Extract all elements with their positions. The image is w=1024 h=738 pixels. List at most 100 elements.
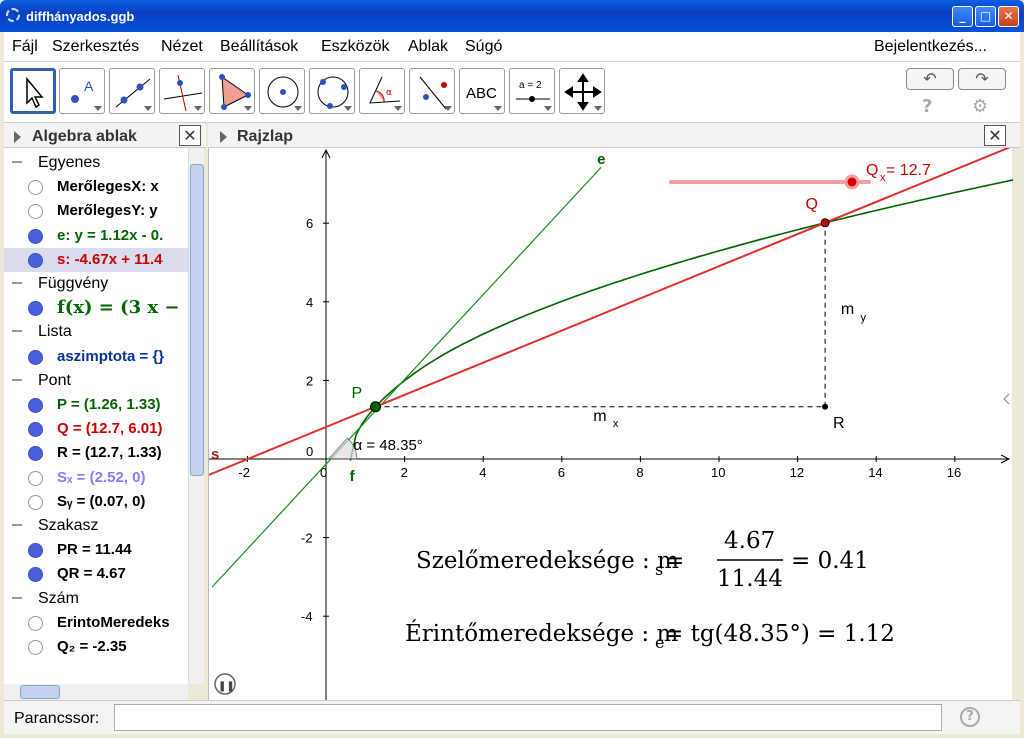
maximize-button[interactable]: □ xyxy=(975,6,996,27)
line-tool-button[interactable] xyxy=(109,68,155,114)
visibility-toggle-icon[interactable] xyxy=(28,180,43,196)
secant-line-s[interactable] xyxy=(207,144,1015,477)
visibility-toggle-icon[interactable] xyxy=(28,494,43,510)
visibility-toggle-icon[interactable] xyxy=(28,228,43,244)
algebra-item[interactable]: aszimptota = {} xyxy=(4,345,188,369)
menu-options[interactable]: Beállítások xyxy=(220,38,298,56)
x-tick-label: 8 xyxy=(636,465,643,480)
help-icon[interactable]: ? xyxy=(922,96,932,117)
graphics-canvas[interactable]: -2 0 2 4 6 8 10 12 14 166420-2-4esfPQRm xm yα = 48.… xyxy=(207,144,1015,700)
algebra-category[interactable]: Szakasz xyxy=(4,514,188,538)
algebra-item[interactable]: ErintoMeredeks xyxy=(4,611,188,635)
login-link[interactable]: Bejelentkezés... xyxy=(874,38,987,56)
settings-icon[interactable]: ⚙ xyxy=(972,96,988,117)
collapse-minus-icon[interactable] xyxy=(12,282,22,284)
title-bar: diffhányados.ggb _ □ ✕ xyxy=(0,0,1024,32)
close-window-button[interactable]: ✕ xyxy=(998,6,1019,27)
collapse-minus-icon[interactable] xyxy=(12,330,22,333)
algebra-item-label: f(x) = (3 x − xyxy=(57,297,180,319)
move-tool-button[interactable] xyxy=(10,68,56,114)
slider-handle[interactable] xyxy=(844,174,860,190)
algebra-item[interactable]: P = (1.26, 1.33) xyxy=(4,393,188,417)
visibility-toggle-icon[interactable] xyxy=(28,470,43,486)
algebra-item[interactable]: e: y = 1.12x - 0. xyxy=(4,224,188,248)
algebra-item[interactable]: Q₂ = -2.35 xyxy=(4,635,188,659)
visibility-toggle-icon[interactable] xyxy=(28,640,43,655)
scroll-thumb[interactable] xyxy=(20,685,60,699)
menu-file[interactable]: Fájl xyxy=(12,38,38,56)
scroll-thumb[interactable] xyxy=(190,164,204,476)
tangent-line-e[interactable] xyxy=(211,166,602,588)
visibility-toggle-icon[interactable] xyxy=(28,204,43,220)
algebra-item[interactable]: Sᵧ = (0.07, 0) xyxy=(4,490,188,514)
algebra-vertical-scrollbar[interactable] xyxy=(188,148,204,684)
command-help-icon[interactable]: ? xyxy=(960,707,980,727)
algebra-item[interactable]: QR = 4.67 xyxy=(4,562,188,586)
collapse-triangle-icon[interactable] xyxy=(220,131,227,143)
visibility-toggle-icon[interactable] xyxy=(28,398,43,413)
visibility-toggle-icon[interactable] xyxy=(28,543,43,559)
algebra-category[interactable]: Pont xyxy=(4,369,188,393)
point-p[interactable] xyxy=(370,401,382,413)
slider-tool-label: a = 2 xyxy=(519,80,542,91)
visibility-toggle-icon[interactable] xyxy=(28,446,43,462)
window-title: diffhányados.ggb xyxy=(26,9,135,24)
perpendicular-tool-button[interactable] xyxy=(159,68,205,114)
menu-edit[interactable]: Szerkesztés xyxy=(52,38,139,56)
visibility-toggle-icon[interactable] xyxy=(28,615,43,631)
command-input[interactable] xyxy=(114,704,942,731)
algebra-item-label: Q₂ = -2.35 xyxy=(57,638,127,655)
menu-bar: Fájl Szerkesztés Nézet Beállítások Eszkö… xyxy=(4,32,1020,62)
algebra-item[interactable]: f(x) = (3 x − xyxy=(4,296,188,320)
close-algebra-button[interactable]: ✕ xyxy=(179,125,201,146)
point-r[interactable] xyxy=(822,403,829,410)
move-graphics-tool-button[interactable] xyxy=(559,68,605,114)
point-tool-button[interactable]: A xyxy=(59,68,105,114)
algebra-item[interactable]: Q = (12.7, 6.01) xyxy=(4,417,188,441)
collapse-minus-icon[interactable] xyxy=(12,378,22,381)
point-q[interactable] xyxy=(820,218,830,228)
algebra-item[interactable]: s: -4.67x + 11.4 xyxy=(4,247,188,272)
undo-button[interactable]: ↶ xyxy=(906,68,954,90)
polygon-tool-button[interactable] xyxy=(209,68,255,114)
expand-arrow-icon[interactable] xyxy=(1003,393,1010,405)
visibility-toggle-icon[interactable] xyxy=(28,567,43,583)
angle-tool-button[interactable]: α xyxy=(359,68,405,114)
minimize-button[interactable]: _ xyxy=(952,6,973,27)
collapse-minus-icon[interactable] xyxy=(12,161,22,163)
label-s: s xyxy=(211,446,219,463)
close-graphics-button[interactable]: ✕ xyxy=(984,125,1006,146)
algebra-item[interactable]: MerőlegesY: y xyxy=(4,199,188,223)
y-tick-label: -4 xyxy=(301,609,313,624)
algebra-category[interactable]: Szám xyxy=(4,587,188,611)
visibility-toggle-icon[interactable] xyxy=(28,422,43,438)
menu-tools[interactable]: Eszközök xyxy=(321,38,389,56)
menu-window[interactable]: Ablak xyxy=(408,38,448,56)
algebra-item[interactable]: Sₓ = (2.52, 0) xyxy=(4,466,188,490)
graphics-view[interactable]: -2 0 2 4 6 8 10 12 14 16 6 4 2 0 -2 -4 e s f P Q Rm x m y α = 48.… xyxy=(207,144,1015,700)
algebra-item[interactable]: PR = 11.44 xyxy=(4,538,188,562)
arrow-cursor-icon xyxy=(26,76,44,109)
text-tool-button[interactable]: ABC xyxy=(459,68,505,114)
algebra-category[interactable]: Egyenes xyxy=(4,151,188,175)
collapse-triangle-icon[interactable] xyxy=(14,131,21,143)
visibility-toggle-icon[interactable] xyxy=(28,349,43,365)
visibility-toggle-icon[interactable] xyxy=(28,252,43,268)
algebra-horizontal-scrollbar[interactable] xyxy=(4,684,188,700)
algebra-item[interactable]: MerőlegesX: x xyxy=(4,175,188,199)
label-alpha: α = 48.35° xyxy=(354,437,423,454)
algebra-category[interactable]: Lista xyxy=(4,320,188,344)
visibility-toggle-icon[interactable] xyxy=(28,301,43,317)
collapse-minus-icon[interactable] xyxy=(12,596,22,599)
redo-button[interactable]: ↷ xyxy=(958,68,1006,90)
menu-view[interactable]: Nézet xyxy=(161,38,203,56)
reflect-tool-button[interactable] xyxy=(409,68,455,114)
function-curve-f[interactable] xyxy=(349,179,1014,461)
slider-tool-button[interactable]: a = 2 xyxy=(509,68,555,114)
collapse-minus-icon[interactable] xyxy=(12,524,22,526)
circle-tool-button[interactable] xyxy=(259,68,305,114)
conic-tool-button[interactable] xyxy=(309,68,355,114)
algebra-category[interactable]: Függvény xyxy=(4,272,188,296)
algebra-item[interactable]: R = (12.7, 1.33) xyxy=(4,441,188,465)
menu-help[interactable]: Súgó xyxy=(465,38,502,56)
